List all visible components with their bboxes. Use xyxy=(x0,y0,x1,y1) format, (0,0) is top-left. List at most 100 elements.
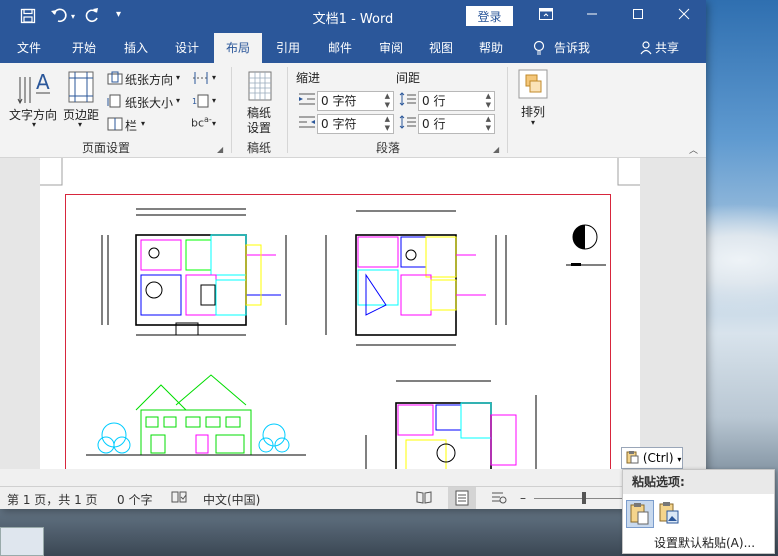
chevron-down-icon[interactable]: ▾ xyxy=(531,118,535,127)
zoom-out-icon[interactable]: – xyxy=(520,491,526,505)
tab-help[interactable]: 帮助 xyxy=(468,33,514,63)
spin-arrows-icon[interactable]: ▲ ▼ xyxy=(486,92,491,110)
chevron-down-icon: ▾ xyxy=(677,455,682,464)
size-button[interactable]: 纸张大小 xyxy=(125,94,173,111)
word-count[interactable]: 0 个字 xyxy=(117,491,152,508)
arrange-icon[interactable] xyxy=(518,69,548,102)
collapse-ribbon-icon[interactable]: ︿ xyxy=(689,143,698,156)
floor-plan-2 xyxy=(325,210,507,346)
tab-design[interactable]: 设计 xyxy=(164,33,210,63)
text-direction-icon[interactable]: A xyxy=(16,69,52,108)
columns-icon[interactable] xyxy=(107,117,123,134)
maximize-icon[interactable] xyxy=(620,4,656,28)
tab-mailings[interactable]: 邮件 xyxy=(316,33,364,63)
page-count[interactable]: 第 1 页，共 1 页 xyxy=(7,491,98,508)
svg-text:A: A xyxy=(36,70,50,94)
taskbar-thumbnail[interactable] xyxy=(0,527,44,556)
spacing-after-icon xyxy=(399,115,417,132)
floor-plan-1 xyxy=(101,208,287,336)
ribbon-layout: A 文字方向 ▾ 页边距 ▾ 纸张方向 ▾ 纸张大小 ▾ 栏 ▾ ▾ 1 ▾ b… xyxy=(0,63,706,158)
chevron-down-icon[interactable]: ▾ xyxy=(78,120,82,129)
proofing-icon[interactable] xyxy=(171,490,187,507)
indent-left-input[interactable]: 0 字符 ▲ ▼ xyxy=(317,91,394,111)
chevron-down-icon[interactable]: ▾ xyxy=(32,120,36,129)
spin-arrows-icon[interactable]: ▲ ▼ xyxy=(385,92,390,110)
tab-insert[interactable]: 插入 xyxy=(114,33,158,63)
spacing-after-value: 0 行 xyxy=(422,117,446,131)
north-arrow-icon xyxy=(566,224,606,266)
size-icon[interactable] xyxy=(107,94,123,111)
chevron-down-icon[interactable]: ▾ xyxy=(141,119,145,128)
paste-ctrl-label: (Ctrl) xyxy=(642,451,674,465)
group-manuscript-label: 稿纸 xyxy=(247,141,272,155)
minimize-icon[interactable] xyxy=(574,4,610,28)
chevron-down-icon[interactable]: ▾ xyxy=(212,73,216,82)
paste-options-title: 粘贴选项: xyxy=(623,470,774,494)
ribbon-tabs: 文件 开始 插入 设计 布局 引用 邮件 审阅 视图 帮助 告诉我 共享 xyxy=(0,33,706,63)
svg-text:1: 1 xyxy=(192,97,197,106)
paste-options-menu: 粘贴选项: 设置默认粘贴(A)... xyxy=(622,469,775,554)
document-area xyxy=(0,158,706,470)
indent-left-icon xyxy=(298,92,316,109)
spacing-heading: 间距 xyxy=(396,71,421,85)
manuscript-icon[interactable] xyxy=(248,71,272,104)
breaks-icon[interactable] xyxy=(192,71,210,88)
group-paragraph-label: 段落 xyxy=(376,141,401,155)
tab-file[interactable]: 文件 xyxy=(6,33,52,63)
tell-me-search[interactable]: 告诉我 xyxy=(554,33,604,63)
person-icon xyxy=(640,41,652,58)
spacing-before-value: 0 行 xyxy=(422,94,446,108)
login-button[interactable]: 登录 xyxy=(466,6,513,26)
web-layout-icon[interactable] xyxy=(491,490,507,507)
indent-right-icon xyxy=(298,115,316,132)
spin-arrows-icon[interactable]: ▲ ▼ xyxy=(486,115,491,133)
print-layout-icon[interactable] xyxy=(448,487,476,509)
chevron-down-icon[interactable]: ▾ xyxy=(176,73,180,82)
close-icon[interactable] xyxy=(666,4,702,28)
zoom-slider-thumb[interactable] xyxy=(582,492,586,504)
chevron-down-icon[interactable]: ▾ xyxy=(176,96,180,105)
margins-icon[interactable] xyxy=(66,71,96,106)
keep-source-formatting-icon[interactable] xyxy=(626,500,654,528)
clipboard-icon xyxy=(625,451,643,465)
set-default-paste-link[interactable]: 设置默认粘贴(A)... xyxy=(654,534,755,551)
title-bar: ▾ ▾ 文档1 - Word 登录 xyxy=(0,0,706,33)
cad-drawing-image[interactable] xyxy=(65,194,611,470)
lightbulb-icon xyxy=(533,40,545,59)
tab-view[interactable]: 视图 xyxy=(418,33,464,63)
ribbon-display-icon[interactable] xyxy=(528,4,564,28)
tab-layout[interactable]: 布局 xyxy=(214,33,262,63)
orientation-button[interactable]: 纸张方向 xyxy=(125,71,173,88)
group-separator xyxy=(231,67,232,153)
hyphenation-icon[interactable]: bca- xyxy=(191,115,212,130)
chevron-down-icon[interactable]: ▾ xyxy=(212,119,216,128)
floor-plan-3 xyxy=(365,380,537,470)
tab-review[interactable]: 审阅 xyxy=(368,33,414,63)
tab-home[interactable]: 开始 xyxy=(60,33,108,63)
language-indicator[interactable]: 中文(中国) xyxy=(203,491,260,508)
group-page-setup-label: 页面设置 xyxy=(82,141,131,155)
indent-right-input[interactable]: 0 字符 ▲ ▼ xyxy=(317,114,394,134)
line-numbers-icon[interactable]: 1 xyxy=(192,94,210,111)
indent-right-value: 0 字符 xyxy=(321,117,357,131)
chevron-down-icon[interactable]: ▾ xyxy=(212,96,216,105)
indent-left-value: 0 字符 xyxy=(321,94,357,108)
read-mode-icon[interactable] xyxy=(416,490,432,507)
document-page[interactable] xyxy=(40,158,640,470)
columns-button[interactable]: 栏 xyxy=(125,117,137,134)
orientation-icon[interactable] xyxy=(107,71,123,88)
horizontal-scrollbar[interactable] xyxy=(0,469,706,486)
paste-as-picture-icon[interactable] xyxy=(656,500,684,528)
status-bar: 第 1 页，共 1 页 0 个字 中文(中国) – xyxy=(0,486,706,509)
manuscript-setup-line2[interactable]: 设置 xyxy=(247,119,271,136)
share-button[interactable]: 共享 xyxy=(655,33,691,63)
paste-options-button[interactable]: (Ctrl) ▾ xyxy=(621,447,683,469)
tab-references[interactable]: 引用 xyxy=(266,33,310,63)
indent-heading: 缩进 xyxy=(296,71,321,85)
dialog-launcher-icon[interactable]: ◢ xyxy=(493,145,499,154)
dialog-launcher-icon[interactable]: ◢ xyxy=(217,145,223,154)
spacing-before-input[interactable]: 0 行 ▲ ▼ xyxy=(418,91,495,111)
spin-arrows-icon[interactable]: ▲ ▼ xyxy=(385,115,390,133)
page-corner-marks xyxy=(40,158,640,186)
spacing-after-input[interactable]: 0 行 ▲ ▼ xyxy=(418,114,495,134)
